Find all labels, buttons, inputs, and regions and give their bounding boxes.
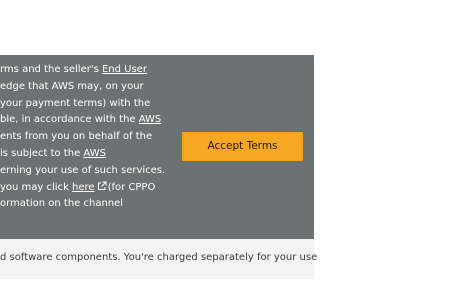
external-link-icon[interactable] — [97, 181, 107, 191]
terms-line-3: your payment terms) with the — [0, 97, 151, 109]
terms-line-2: edge that AWS may, on your — [0, 80, 144, 92]
terms-text: rms and the seller's End User edge that … — [0, 62, 180, 213]
terms-line-9: ormation on the channel — [0, 198, 124, 210]
terms-line-5: ents from you on behalf of the — [0, 131, 153, 143]
here-link[interactable]: here — [72, 182, 95, 193]
end-user-link[interactable]: End User — [102, 64, 147, 75]
terms-line-8: you may click here (for CPPO — [0, 181, 156, 193]
terms-line-4: ble, in accordance with the AWS — [0, 114, 162, 126]
accept-terms-button[interactable]: Accept Terms — [182, 132, 303, 161]
terms-line-6: is subject to the AWS — [0, 147, 106, 159]
aws-link-2[interactable]: AWS — [83, 148, 106, 159]
footer-description: d software components. You're charged se… — [0, 252, 318, 263]
aws-link-1[interactable]: AWS — [139, 114, 162, 125]
terms-line-7: erning your use of such services. — [0, 164, 166, 176]
terms-line-1: rms and the seller's End User — [0, 64, 147, 75]
